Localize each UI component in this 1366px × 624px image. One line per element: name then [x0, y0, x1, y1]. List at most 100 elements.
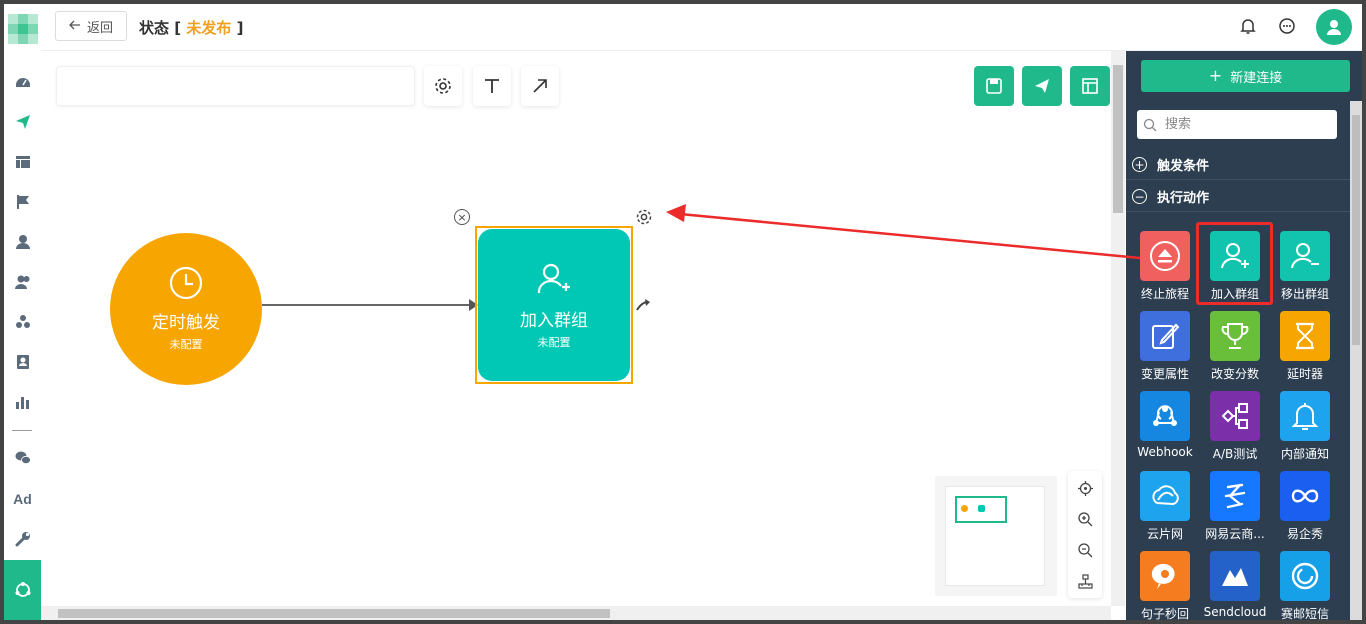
tile-change-attribute[interactable]: 变更属性	[1134, 311, 1196, 387]
canvas-horizontal-scrollbar[interactable]	[41, 606, 1111, 620]
bracket-open: [	[174, 19, 182, 37]
eject-icon	[1140, 231, 1190, 281]
tile-label: 延时器	[1286, 367, 1323, 381]
bar-chart-icon[interactable]	[4, 390, 41, 414]
arrow-tool-button[interactable]	[521, 66, 559, 106]
tile-submail[interactable]: 赛邮短信	[1274, 551, 1336, 620]
message-icon[interactable]	[1278, 17, 1296, 35]
save-button[interactable]	[974, 66, 1014, 106]
user-avatar-icon	[1327, 20, 1341, 35]
user-plus-icon	[537, 263, 570, 294]
avatar[interactable]	[1316, 9, 1352, 45]
bell-icon	[1280, 391, 1330, 441]
tile-label: 句子秒回	[1140, 607, 1189, 620]
node-subtitle: 未配置	[169, 338, 203, 351]
layout-button[interactable]	[1070, 66, 1110, 106]
tile-label: 网易云商...	[1205, 527, 1265, 541]
dashboard-icon[interactable]	[4, 70, 41, 94]
workflow-nav-item[interactable]	[4, 560, 41, 620]
node-gear-icon[interactable]	[635, 208, 653, 226]
ad-label: Ad	[13, 491, 32, 507]
fit-view-button[interactable]	[1068, 566, 1102, 597]
flag-icon[interactable]	[4, 190, 41, 214]
expand-icon: +	[1132, 157, 1147, 172]
tile-label: 移出群组	[1280, 287, 1329, 301]
flow-canvas[interactable]: 定时触发 未配置 × 加入群组 未配置	[41, 51, 1125, 606]
settings-button[interactable]	[424, 66, 462, 106]
netease-icon	[1210, 471, 1260, 521]
tile-webhook[interactable]: Webhook	[1134, 391, 1196, 467]
back-button[interactable]: 返回	[55, 11, 127, 41]
publish-button[interactable]	[1022, 66, 1062, 106]
paper-plane-icon	[1035, 79, 1049, 93]
top-header: 返回 状态 [ 未发布 ]	[41, 4, 1362, 51]
users-icon[interactable]	[4, 270, 41, 294]
section-label: 触发条件	[1157, 159, 1210, 174]
page-title: 状态 [ 未发布 ]	[139, 17, 243, 38]
logo[interactable]	[4, 10, 41, 50]
zoom-out-button[interactable]	[1068, 535, 1102, 566]
minimap-timer-node	[961, 505, 968, 512]
tile-label: A/B测试	[1212, 447, 1258, 461]
search-input[interactable]	[1163, 116, 1327, 133]
send-icon[interactable]	[4, 110, 41, 134]
wrench-icon[interactable]	[4, 527, 41, 551]
zoom-controls	[1068, 471, 1102, 598]
status-badge: 未发布	[186, 19, 232, 37]
tile-delay[interactable]: 延时器	[1274, 311, 1336, 387]
bell-icon[interactable]	[1239, 17, 1257, 35]
tile-label: 云片网	[1146, 527, 1183, 541]
tile-eqxiu[interactable]: 易企秀	[1274, 471, 1336, 547]
vertical-scroll-thumb[interactable]	[1113, 65, 1123, 213]
tile-change-score[interactable]: 改变分数	[1204, 311, 1266, 387]
tile-ab-test[interactable]: A/B测试	[1204, 391, 1266, 467]
tile-leave-group[interactable]: 移出群组	[1274, 231, 1336, 307]
ab-test-icon	[1210, 391, 1260, 441]
layout-icon[interactable]	[4, 150, 41, 174]
ad-nav-item[interactable]: Ad	[4, 487, 41, 511]
annotation-highlight-box	[1196, 222, 1273, 305]
panel-scroll-thumb[interactable]	[1352, 115, 1360, 345]
sendcloud-icon	[1210, 551, 1260, 601]
contact-card-icon[interactable]	[4, 350, 41, 374]
text-tool-button[interactable]	[473, 66, 511, 106]
minimap-group-node	[978, 505, 985, 512]
user-icon[interactable]	[4, 230, 41, 254]
section-label: 执行动作	[1157, 191, 1210, 206]
zoom-in-button[interactable]	[1068, 504, 1102, 535]
close-icon[interactable]: ×	[454, 209, 470, 225]
section-trigger-conditions[interactable]: + 触发条件	[1126, 150, 1362, 180]
tile-label: 易企秀	[1286, 527, 1323, 541]
crosshair-icon	[1077, 481, 1093, 496]
tile-label: 内部通知	[1280, 447, 1329, 461]
tile-sendcloud[interactable]: Sendcloud	[1204, 551, 1266, 620]
new-connection-button[interactable]: + 新建连接	[1141, 60, 1350, 92]
node-subtitle: 未配置	[537, 336, 571, 349]
section-actions[interactable]: − 执行动作	[1126, 182, 1362, 212]
tile-netease[interactable]: 网易云商...	[1204, 471, 1266, 547]
horizontal-scroll-thumb[interactable]	[58, 609, 610, 618]
group-icon[interactable]	[4, 310, 41, 334]
join-group-node[interactable]: 加入群组 未配置	[478, 229, 630, 381]
tile-label: 终止旅程	[1140, 287, 1189, 301]
link-handle-icon[interactable]	[636, 297, 652, 311]
collapse-icon: −	[1132, 189, 1147, 204]
title-text: 状态	[139, 19, 170, 37]
timer-trigger-node[interactable]: 定时触发 未配置	[110, 233, 262, 385]
flow-name-input[interactable]	[56, 66, 415, 106]
minimap[interactable]	[935, 476, 1057, 596]
locate-button[interactable]	[1068, 473, 1102, 504]
flow-connector[interactable]	[262, 304, 475, 306]
canvas-vertical-scrollbar[interactable]	[1111, 51, 1125, 606]
wechat-icon[interactable]	[4, 446, 41, 470]
component-panel: + 新建连接 + 触发条件 − 执行动作 终止旅程 加入群组	[1126, 51, 1362, 620]
minimap-viewport[interactable]	[955, 496, 1007, 523]
tile-end-journey[interactable]: 终止旅程	[1134, 231, 1196, 307]
tile-internal-notice[interactable]: 内部通知	[1274, 391, 1336, 467]
node-title: 定时触发	[152, 313, 220, 333]
panel-scrollbar[interactable]	[1350, 101, 1362, 620]
tile-juzi[interactable]: 句子秒回	[1134, 551, 1196, 620]
search-box[interactable]	[1137, 110, 1337, 139]
bracket-close: ]	[236, 19, 244, 37]
tile-yunpian[interactable]: 云片网	[1134, 471, 1196, 547]
